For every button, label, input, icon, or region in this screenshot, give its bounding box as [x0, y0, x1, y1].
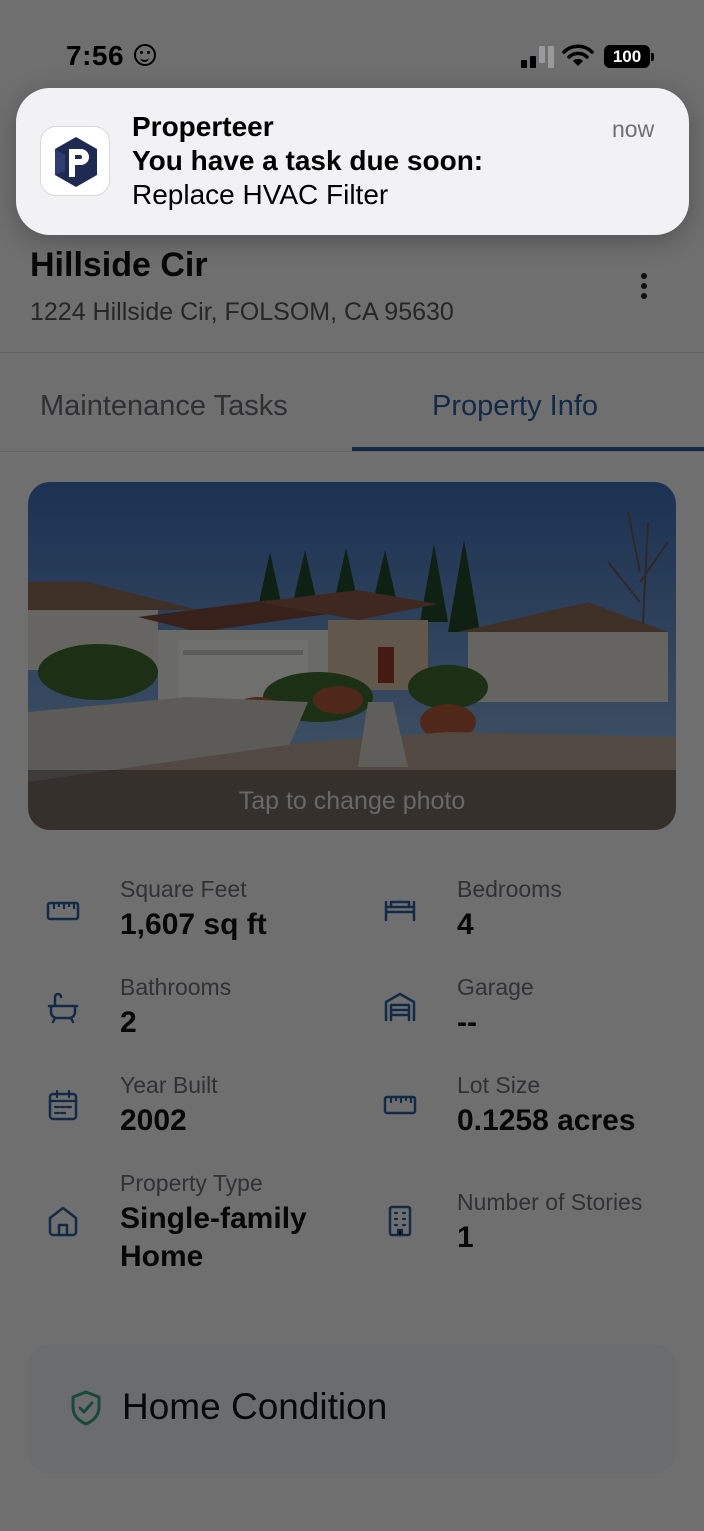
detail-label: Year Built [120, 1072, 218, 1098]
detail-label: Garage [457, 974, 534, 1000]
detail-value: 4 [457, 908, 474, 941]
calendar-icon [48, 1089, 78, 1121]
more-dot [641, 293, 647, 299]
detail-value: 0.1258 acres [457, 1104, 636, 1137]
tab-maintenance-tasks[interactable]: Maintenance Tasks [40, 390, 288, 423]
detail-label: Bedrooms [457, 876, 562, 902]
more-dot [641, 273, 647, 279]
notification-time: now [612, 116, 655, 142]
detail-value-line-1: Single-family [120, 1202, 307, 1235]
tab-property-info[interactable]: Property Info [432, 390, 598, 423]
property-photo[interactable]: Tap to change photo [28, 482, 676, 830]
detail-value: 1 [457, 1221, 474, 1254]
smiley-face-icon [134, 44, 156, 66]
status-bar: 7:56 100 [0, 0, 704, 90]
ruler-icon [46, 901, 80, 921]
ruler-icon [383, 1095, 417, 1115]
status-time: 7:56 [66, 40, 125, 71]
garage-icon [384, 992, 416, 1022]
bed-icon [384, 900, 416, 922]
notification-title: You have a task due soon: [132, 145, 484, 176]
home-condition-title: Home Condition [122, 1386, 388, 1427]
detail-label: Property Type [120, 1170, 263, 1196]
property-address: 1224 Hillside Cir, FOLSOM, CA 95630 [30, 298, 454, 326]
detail-value: 2002 [120, 1104, 187, 1137]
more-options-button[interactable] [630, 270, 658, 306]
detail-label: Number of Stories [457, 1189, 643, 1215]
more-dot [641, 283, 647, 289]
battery-icon: 100 [604, 45, 654, 68]
building-icon [388, 1205, 412, 1237]
properteer-logo-graphic [55, 137, 97, 187]
property-name: Hillside Cir [30, 246, 208, 284]
header-divider [0, 352, 704, 353]
wifi-icon [562, 44, 594, 66]
change-photo-caption[interactable]: Tap to change photo [28, 787, 676, 816]
detail-label: Bathrooms [120, 974, 232, 1000]
properteer-logo-icon [40, 126, 110, 196]
cellular-signal-icon [521, 46, 557, 68]
shield-check-icon [71, 1390, 101, 1426]
detail-label: Lot Size [457, 1072, 541, 1098]
detail-value: 1,607 sq ft [120, 908, 267, 941]
detail-value: 2 [120, 1006, 137, 1039]
tabs-divider [0, 451, 704, 452]
app-screen: Hillside Cir 1224 Hillside Cir, FOLSOM, … [0, 0, 704, 1531]
detail-value-line-2: Home [120, 1240, 204, 1273]
notification-body: Replace HVAC Filter [132, 179, 389, 210]
detail-value: -- [457, 1006, 477, 1039]
home-icon [48, 1206, 78, 1237]
detail-label: Square Feet [120, 876, 247, 902]
notification-app-name: Properteer [132, 111, 274, 142]
bathtub-icon [47, 992, 79, 1024]
